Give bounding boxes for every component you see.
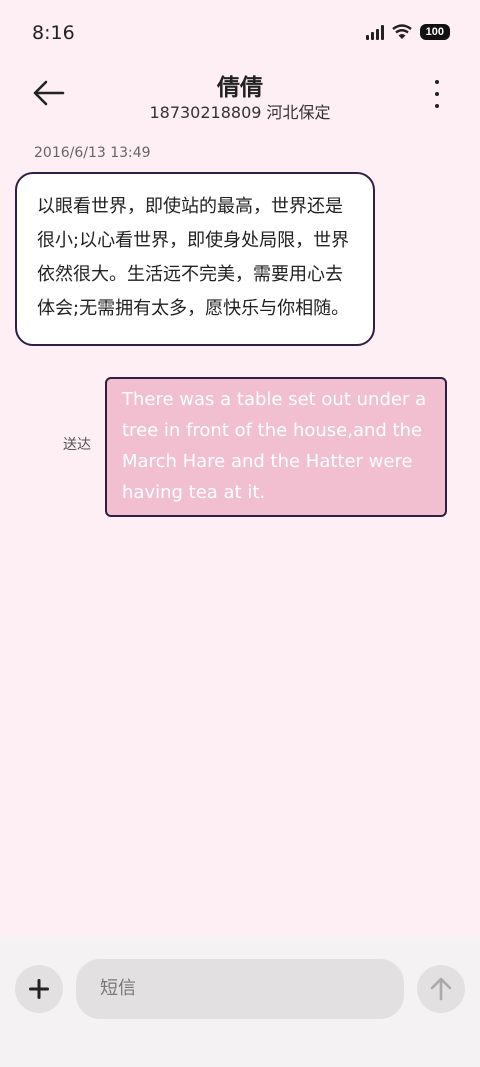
status-icons: 100 <box>365 24 450 40</box>
send-arrow-icon <box>430 977 452 1001</box>
message-timestamp: 2016/6/13 13:49 <box>34 145 151 161</box>
delivery-status: 送达 <box>63 437 91 453</box>
contact-name: 倩倩 <box>217 75 263 101</box>
add-attachment-button[interactable] <box>15 965 63 1013</box>
composer-bar: 短信 <box>0 937 480 1067</box>
outgoing-message-bubble[interactable]: There was a table set out under a tree i… <box>105 377 447 517</box>
battery-indicator: 100 <box>419 24 450 40</box>
wifi-icon <box>391 24 412 39</box>
conversation-header: 倩倩 18730218809 河北保定 <box>0 62 480 132</box>
incoming-message-bubble[interactable]: 以眼看世界，即使站的最高，世界还是很小;以心看世界，即使身处局限，世界依然很大。… <box>15 172 375 346</box>
sms-input[interactable]: 短信 <box>76 959 404 1019</box>
contact-info: 18730218809 河北保定 <box>149 103 331 122</box>
signal-icon <box>365 24 384 40</box>
status-time: 8:16 <box>32 22 75 44</box>
status-bar: 8:16 100 <box>0 0 480 66</box>
send-button[interactable] <box>417 965 465 1013</box>
more-options-icon[interactable] <box>430 80 444 108</box>
